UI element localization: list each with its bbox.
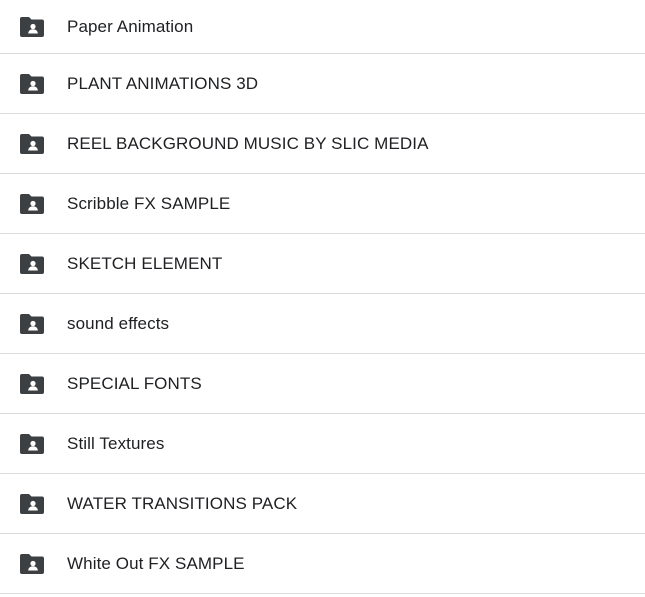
folder-row-still-textures[interactable]: Still Textures	[0, 414, 645, 474]
folder-name: SKETCH ELEMENT	[67, 253, 223, 273]
shared-folder-icon	[20, 373, 44, 394]
shared-folder-icon	[20, 193, 44, 214]
shared-folder-icon	[20, 253, 44, 274]
folder-name: Still Textures	[67, 433, 165, 453]
folder-row-plant-animations-3d[interactable]: PLANT ANIMATIONS 3D	[0, 54, 645, 114]
folder-name: Paper Animation	[67, 16, 194, 36]
folder-name: WATER TRANSITIONS PACK	[67, 493, 298, 513]
shared-folder-icon	[20, 16, 44, 37]
folder-name: REEL BACKGROUND MUSIC BY SLIC MEDIA	[67, 133, 429, 153]
folder-row-special-fonts[interactable]: SPECIAL FONTS	[0, 354, 645, 414]
shared-folder-icon	[20, 493, 44, 514]
folder-row-water-transitions-pack[interactable]: WATER TRANSITIONS PACK	[0, 474, 645, 534]
folder-name: sound effects	[67, 313, 170, 333]
folder-row-scribble-fx-sample[interactable]: Scribble FX SAMPLE	[0, 174, 645, 234]
folder-row-reel-background-music[interactable]: REEL BACKGROUND MUSIC BY SLIC MEDIA	[0, 114, 645, 174]
folder-name: Scribble FX SAMPLE	[67, 193, 231, 213]
folder-row-sketch-element[interactable]: SKETCH ELEMENT	[0, 234, 645, 294]
folder-list: Paper Animation PLANT ANIMATIONS 3D REEL…	[0, 0, 645, 594]
folder-row-paper-animation[interactable]: Paper Animation	[0, 0, 645, 54]
shared-folder-icon	[20, 73, 44, 94]
shared-folder-icon	[20, 133, 44, 154]
folder-name: White Out FX SAMPLE	[67, 553, 245, 573]
folder-row-sound-effects[interactable]: sound effects	[0, 294, 645, 354]
shared-folder-icon	[20, 313, 44, 334]
shared-folder-icon	[20, 433, 44, 454]
folder-name: PLANT ANIMATIONS 3D	[67, 73, 259, 93]
folder-row-white-out-fx-sample[interactable]: White Out FX SAMPLE	[0, 534, 645, 594]
folder-name: SPECIAL FONTS	[67, 373, 202, 393]
shared-folder-icon	[20, 553, 44, 574]
